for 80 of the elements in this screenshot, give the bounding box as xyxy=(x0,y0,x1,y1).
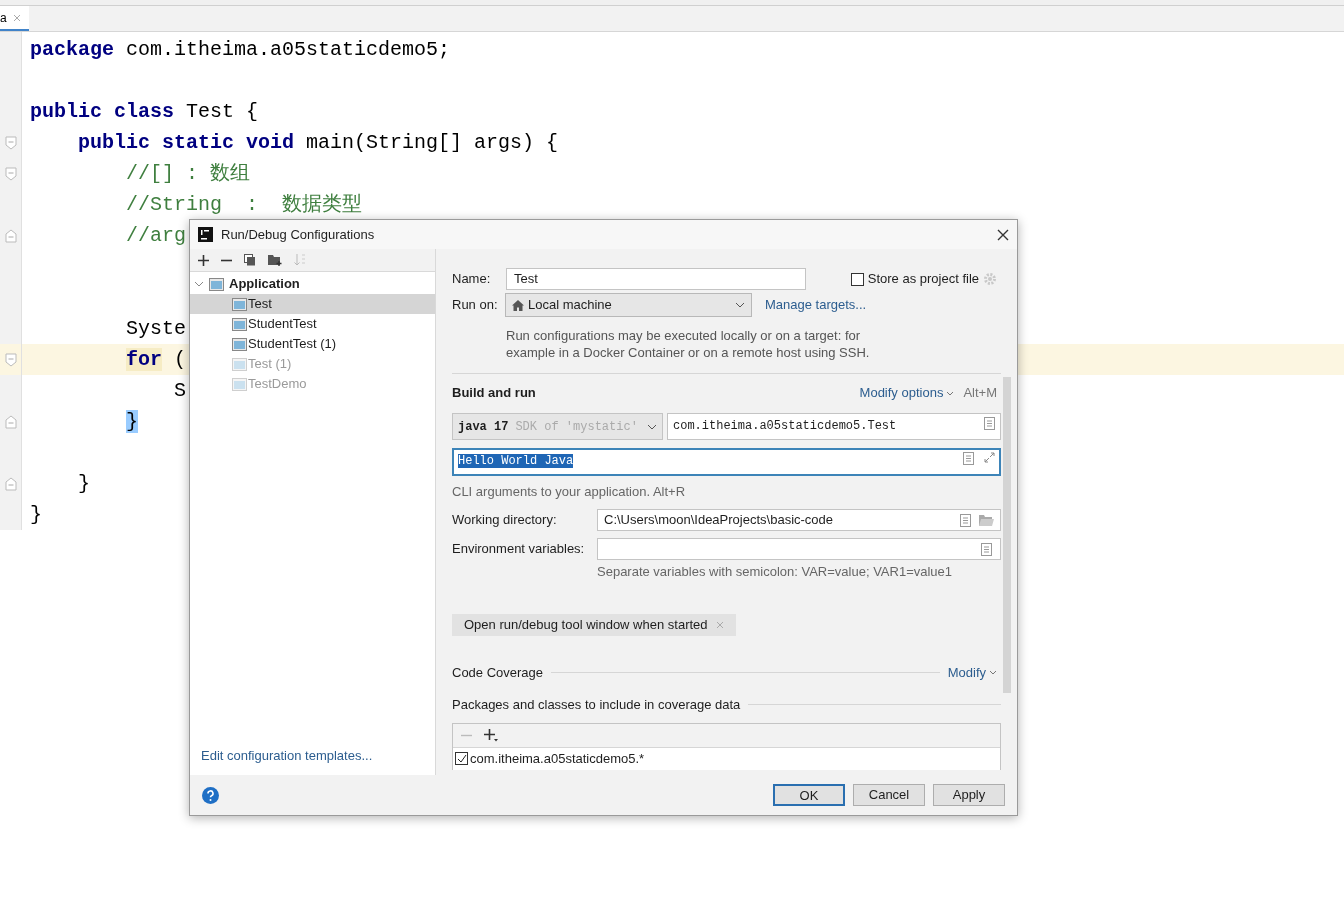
folder-icon[interactable] xyxy=(979,514,994,526)
environment-variables-field[interactable] xyxy=(597,538,1001,560)
manage-targets-link[interactable]: Manage targets... xyxy=(765,295,867,315)
document-icon[interactable] xyxy=(963,452,974,465)
modify-link[interactable]: Modify xyxy=(947,662,997,683)
code-line: public static void main(String[] args) { xyxy=(77,129,559,156)
option-tag[interactable]: Open run/debug tool window when started xyxy=(452,613,736,636)
expand-icon[interactable] xyxy=(984,452,995,463)
chevron-icon xyxy=(735,302,745,308)
folder-add-icon[interactable] xyxy=(268,254,282,266)
app-logo-icon xyxy=(198,227,213,242)
application-icon xyxy=(232,297,247,311)
section-title: Build and run xyxy=(452,384,537,403)
add-icon[interactable] xyxy=(198,254,209,266)
copy-icon[interactable] xyxy=(244,254,256,266)
settings-icon[interactable] xyxy=(983,272,997,286)
section-title: Packages and classes to include in coverage data xyxy=(452,695,741,714)
code-line: } xyxy=(30,501,42,528)
field-label: Run on: xyxy=(452,296,499,315)
fold-icon[interactable] xyxy=(5,476,17,491)
modify-options-link[interactable]: Modify options xyxy=(859,383,955,403)
package-label[interactable]: com.itheima.a05staticdemo5.* xyxy=(470,748,645,769)
code-line: //arg xyxy=(125,222,187,249)
dialog-button[interactable]: OK xyxy=(773,784,845,806)
code-line: //[] : 数组 xyxy=(125,160,251,187)
field-label: Name: xyxy=(452,270,492,289)
document-icon[interactable] xyxy=(984,417,995,430)
document-icon[interactable] xyxy=(960,513,971,527)
scrollbar-thumb[interactable] xyxy=(1003,377,1011,693)
field-label: Environment variables: xyxy=(452,540,586,559)
dialog-button[interactable]: Apply xyxy=(933,784,1005,806)
document-icon[interactable] xyxy=(981,542,992,556)
shortcut-text: Alt+M xyxy=(963,384,997,403)
section-title: Code Coverage xyxy=(452,663,544,682)
code-line: //String : 数据类型 xyxy=(125,191,363,218)
home-icon xyxy=(512,299,524,311)
application-icon xyxy=(232,357,247,371)
dialog-button[interactable]: Cancel xyxy=(853,784,925,806)
jdk-dropdown[interactable]: java 17 SDK of 'mystatic' xyxy=(452,413,663,440)
help-icon[interactable] xyxy=(202,786,219,804)
fold-icon[interactable] xyxy=(5,352,17,367)
tree-item[interactable]: Test xyxy=(190,294,435,314)
field-label: Working directory: xyxy=(452,511,558,530)
templates-link[interactable]: Edit configuration templates... xyxy=(201,747,373,763)
run-on-dropdown[interactable]: Local machine xyxy=(505,293,752,317)
hint-text: CLI arguments to your application. Alt+R xyxy=(452,483,687,498)
hint-text: Run configurations may be executed locally or on a target: for example in a Docker Container or on a remote host using SSH. xyxy=(506,327,871,361)
fold-icon[interactable] xyxy=(5,414,17,429)
fold-icon[interactable] xyxy=(5,166,17,181)
main-class-field[interactable]: com.itheima.a05staticdemo5.Test xyxy=(667,413,1001,440)
application-icon xyxy=(209,277,224,291)
checkbox[interactable] xyxy=(455,752,468,765)
code-line: public class Test { xyxy=(30,98,259,125)
code-line: package com.itheima.a05staticdemo5; xyxy=(30,36,451,63)
application-icon xyxy=(232,317,247,331)
hint-text: Separate variables with semicolon: VAR=value; VAR1=value1 xyxy=(597,563,954,581)
working-directory-field[interactable]: C:\Users\moon\IdeaProjects\basic-code xyxy=(597,509,1001,531)
tree-node[interactable]: Application xyxy=(190,274,435,294)
chevron-icon[interactable] xyxy=(647,423,657,430)
fold-icon[interactable] xyxy=(5,135,17,150)
code-line: Syste xyxy=(125,315,187,342)
sort-icon[interactable] xyxy=(294,254,306,266)
tree-item[interactable]: StudentTest (1) xyxy=(190,334,435,354)
program-arguments-field[interactable]: Hello World Java xyxy=(452,448,1001,476)
application-icon xyxy=(232,337,247,351)
chevron-icon[interactable] xyxy=(194,279,204,289)
editor-tab[interactable]: a xyxy=(0,6,29,31)
checkbox[interactable] xyxy=(850,272,864,286)
code-line: } xyxy=(77,470,91,497)
application-icon xyxy=(232,377,247,391)
tree-item[interactable]: StudentTest xyxy=(190,314,435,334)
checkbox-label[interactable]: Store as project file xyxy=(867,269,979,289)
chevron-icon[interactable] xyxy=(989,670,997,675)
code-line: S xyxy=(173,377,187,404)
name-field[interactable]: Test xyxy=(506,268,806,290)
fold-icon[interactable] xyxy=(5,228,17,243)
dialog-title: Run/Debug Configurations xyxy=(221,225,376,244)
chevron-icon[interactable] xyxy=(946,390,955,396)
close-icon[interactable] xyxy=(997,228,1009,241)
add-icon[interactable] xyxy=(484,728,498,742)
